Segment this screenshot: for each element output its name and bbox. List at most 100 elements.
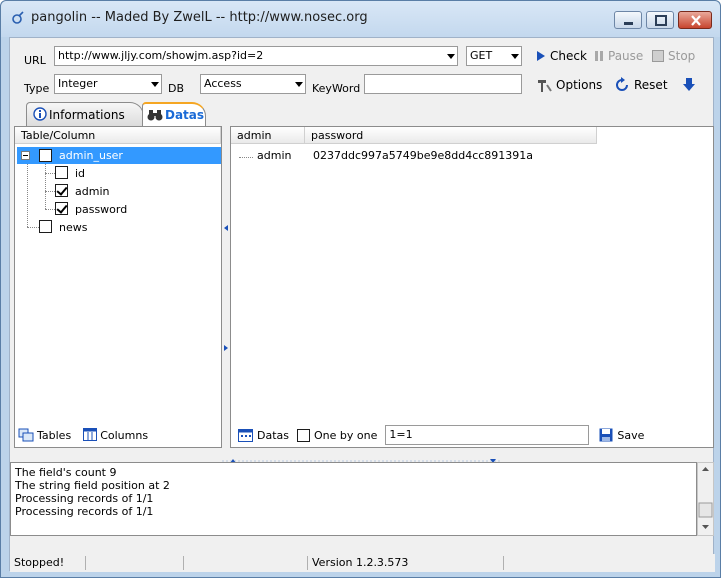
status-version: Version 1.2.3.573 [308, 556, 504, 570]
save-button[interactable]: Save [599, 428, 644, 442]
stop-button[interactable]: Stop [652, 46, 695, 66]
tree-node-news[interactable]: news [59, 221, 87, 234]
checkbox-admin[interactable] [55, 184, 68, 197]
keyword-input[interactable] [364, 74, 522, 94]
columns-button[interactable]: Columns [83, 428, 148, 442]
tab-label: Informations [49, 107, 125, 122]
status-empty-2 [184, 556, 308, 570]
reset-label: Reset [634, 78, 668, 92]
vertical-splitter[interactable] [222, 128, 230, 448]
log-scrollbar[interactable] [697, 462, 714, 536]
minimize-icon [624, 22, 633, 25]
datas-button[interactable]: Datas [238, 428, 289, 442]
tab-informations[interactable]: Informations [26, 102, 144, 126]
log-output[interactable]: The field's count 9 The string field pos… [10, 462, 697, 536]
floppy-disk-icon [599, 428, 613, 442]
tree-line [27, 161, 28, 227]
refresh-icon [616, 77, 628, 91]
status-empty-1 [86, 556, 184, 570]
pause-button[interactable]: Pause [594, 46, 643, 66]
tab-label: Datas [165, 108, 205, 122]
datas-label: Datas [257, 428, 289, 442]
reset-button[interactable]: Reset [614, 75, 668, 95]
grid-header-admin[interactable]: admin [231, 127, 305, 144]
grid-cell-password[interactable]: 0237ddc997a5749be9e8dd4cc891391a [313, 149, 533, 162]
calendar-icon [238, 429, 253, 442]
data-grid-panel: admin password admin 0237ddc997a5749be9e… [230, 126, 714, 448]
method-value: GET [470, 49, 493, 62]
tree-line [45, 161, 46, 209]
tree-actions: Tables Columns [18, 422, 148, 448]
tree-node-admin_user[interactable]: admin_user [17, 147, 221, 164]
row-line [239, 157, 253, 158]
binoculars-icon [147, 110, 163, 121]
client-area: URL http://www.jljy.com/showjm.asp?id=2 … [9, 37, 715, 572]
maximize-icon [655, 15, 667, 26]
type-label: Type [24, 82, 50, 95]
status-bar: Stopped! Version 1.2.3.573 [10, 554, 715, 572]
save-label: Save [617, 428, 645, 442]
one-by-one-label: One by one [314, 428, 378, 442]
tree-node-label: admin_user [59, 149, 123, 162]
type-select[interactable]: Integer [54, 74, 162, 94]
tree-node-admin[interactable]: admin [75, 185, 109, 198]
url-value: http://www.jljy.com/showjm.asp?id=2 [58, 49, 264, 62]
minimize-button[interactable] [614, 11, 642, 29]
tree-node-password[interactable]: password [75, 203, 127, 216]
tree-node-id[interactable]: id [75, 167, 85, 180]
columns-icon [83, 428, 98, 441]
columns-label: Columns [100, 428, 149, 442]
checkbox-admin_user[interactable] [39, 149, 52, 162]
grid-cell-admin[interactable]: admin [257, 149, 291, 162]
check-button[interactable]: Check [536, 46, 587, 66]
arrow-down-icon [683, 78, 695, 91]
info-icon [33, 107, 47, 121]
status-state: Stopped! [10, 556, 86, 570]
tables-label: Tables [37, 428, 72, 442]
method-select[interactable]: GET [466, 46, 522, 66]
check-label: Check [550, 49, 587, 63]
maximize-button[interactable] [646, 11, 674, 29]
close-icon [691, 15, 701, 26]
db-value: Access [204, 77, 242, 90]
pause-label: Pause [608, 49, 644, 63]
checkbox-password[interactable] [55, 202, 68, 215]
checkbox-id[interactable] [55, 166, 68, 179]
url-input[interactable]: http://www.jljy.com/showjm.asp?id=2 [54, 46, 458, 66]
condition-input[interactable]: 1=1 [385, 425, 590, 445]
options-button[interactable]: Options [536, 75, 602, 95]
window-title: pangolin -- Maded By ZwelL -- http://www… [31, 10, 368, 25]
chevron-down-icon[interactable] [447, 54, 455, 59]
keyword-label: KeyWord [312, 82, 361, 95]
play-icon [537, 51, 545, 61]
grid-header-password[interactable]: password [305, 127, 597, 144]
chevron-down-icon[interactable] [295, 82, 303, 87]
scrollbar-arrows-icon [698, 467, 713, 529]
chevron-down-icon[interactable] [151, 82, 159, 87]
log-line: Processing records of 1/1 [15, 492, 154, 505]
stop-icon [652, 50, 664, 62]
app-window: pangolin -- Maded By ZwelL -- http://www… [0, 0, 721, 578]
tree-header: Table/Column [15, 127, 221, 144]
checkbox-news[interactable] [39, 220, 52, 233]
close-button[interactable] [678, 11, 712, 29]
tables-button[interactable]: Tables [18, 428, 71, 442]
tab-strip: Informations Datas [10, 102, 715, 126]
collapse-icon[interactable] [21, 151, 30, 160]
title-bar[interactable]: pangolin -- Maded By ZwelL -- http://www… [1, 1, 720, 37]
tab-datas[interactable]: Datas [142, 102, 206, 126]
pause-icon [595, 51, 603, 61]
table-tree-panel: Table/Column admin_user id admin passwor… [14, 126, 222, 448]
log-line: Processing records of 1/1 [15, 505, 154, 518]
one-by-one-toggle[interactable]: One by one [297, 428, 378, 442]
horizontal-splitter[interactable] [222, 454, 500, 463]
app-icon [12, 11, 24, 24]
tables-icon [18, 428, 34, 442]
log-line: The field's count 9 [15, 466, 117, 479]
chevron-down-icon[interactable] [511, 54, 519, 59]
db-select[interactable]: Access [200, 74, 306, 94]
type-value: Integer [58, 77, 98, 90]
one-by-one-checkbox[interactable] [297, 428, 310, 442]
download-button[interactable] [682, 75, 696, 95]
condition-value: 1=1 [389, 428, 413, 441]
